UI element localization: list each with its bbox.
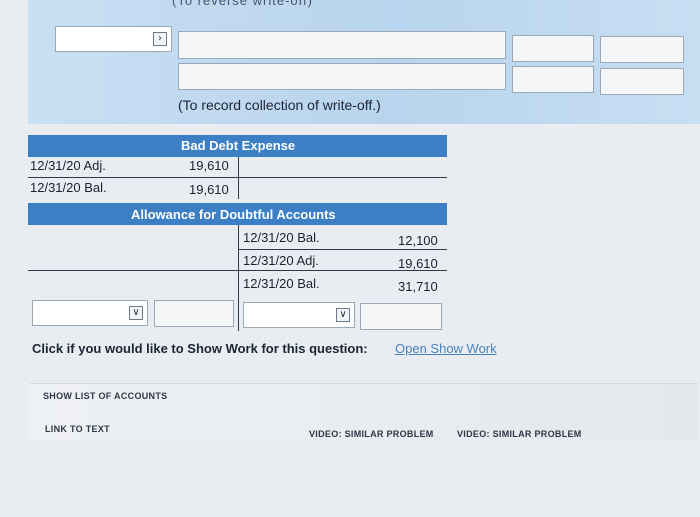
t-account-rule <box>28 177 447 178</box>
bad-debt-row-value: 19,610 <box>189 158 229 173</box>
bad-debt-row-label: 12/31/20 Bal. <box>30 180 107 195</box>
credit-date-select[interactable]: ∨ <box>243 302 355 328</box>
account-title-input[interactable] <box>178 31 506 59</box>
debit-amount-input[interactable] <box>512 35 594 62</box>
entry-note: (To record collection of write-off.) <box>178 97 381 113</box>
allowance-row-label: 12/31/20 Bal. <box>243 276 320 291</box>
allowance-row-value: 31,710 <box>398 279 438 294</box>
bad-debt-expense-header: Bad Debt Expense <box>28 135 447 157</box>
t-account-divider <box>238 225 239 331</box>
cut-off-header: (To reverse write-off) <box>172 0 313 8</box>
chevron-down-icon: ∨ <box>129 306 143 320</box>
video-similar-problem-button-2[interactable]: VIDEO: SIMILAR PROBLEM <box>457 429 582 439</box>
link-to-text-button[interactable]: LINK TO TEXT <box>45 424 110 434</box>
credit-amount-input[interactable] <box>600 36 684 63</box>
allowance-row-value: 19,610 <box>398 256 438 271</box>
show-accounts-button[interactable]: SHOW LIST OF ACCOUNTS <box>43 391 167 401</box>
video-similar-problem-button[interactable]: VIDEO: SIMILAR PROBLEM <box>309 429 434 439</box>
t-account-rule <box>28 270 447 271</box>
account-title-input-2[interactable] <box>178 63 506 90</box>
bad-debt-row-value: 19,610 <box>189 182 229 197</box>
credit-amount-input-3[interactable] <box>360 303 442 330</box>
chevron-down-icon: ∨ <box>336 308 350 322</box>
allowance-title: Allowance for Doubtful Accounts <box>131 207 336 222</box>
allowance-row-label: 12/31/20 Bal. <box>243 230 320 245</box>
t-account-divider <box>238 157 239 199</box>
allowance-header: Allowance for Doubtful Accounts <box>28 203 447 225</box>
debit-amount-input-2[interactable] <box>512 66 594 93</box>
bad-debt-row-label: 12/31/20 Adj. <box>30 158 106 173</box>
debit-date-select[interactable]: ∨ <box>32 300 148 326</box>
show-work-question: Click if you would like to Show Work for… <box>32 341 368 356</box>
credit-amount-input-2[interactable] <box>600 68 684 95</box>
account-select[interactable]: › <box>55 26 172 52</box>
bad-debt-expense-title: Bad Debt Expense <box>181 138 296 153</box>
chevron-down-icon: › <box>153 32 167 46</box>
open-show-work-link[interactable]: Open Show Work <box>395 341 497 356</box>
allowance-row-label: 12/31/20 Adj. <box>243 253 319 268</box>
t-account-rule <box>238 249 447 250</box>
debit-amount-input-3[interactable] <box>154 300 234 327</box>
allowance-row-value: 12,100 <box>398 233 438 248</box>
